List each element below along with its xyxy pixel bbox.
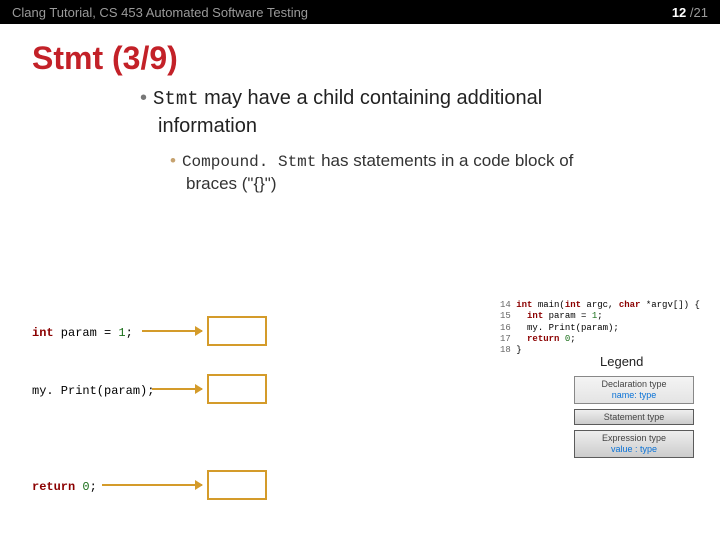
legend-line2: value : type xyxy=(578,444,690,455)
code-snippet-3: return 0; xyxy=(32,480,97,494)
legend-line2: name: type xyxy=(578,390,690,401)
header-course: Clang Tutorial, CS 453 Automated Softwar… xyxy=(12,5,308,20)
bullet-dot-icon: • xyxy=(170,151,176,170)
legend-title: Legend xyxy=(600,354,643,369)
arrow-icon xyxy=(152,388,202,390)
diagram-box-1 xyxy=(207,316,267,346)
legend-statement: Statement type xyxy=(574,409,694,426)
t: ; xyxy=(570,334,575,344)
legend-line1: Declaration type xyxy=(578,379,690,390)
t: main( xyxy=(532,300,564,310)
t: argc, xyxy=(581,300,619,310)
legend-line1: Statement type xyxy=(578,412,690,423)
ln: 16 xyxy=(500,323,511,333)
kw: return xyxy=(32,480,75,494)
arrow-icon xyxy=(102,484,202,486)
bullet1-text: may have a child containing additional xyxy=(199,87,543,109)
bullet-level-1: • Stmt may have a child containing additi… xyxy=(140,85,720,140)
slide-title: Stmt (3/9) xyxy=(32,40,720,77)
source-code-block: 14 int main(int argc, char *argv[]) { 15… xyxy=(500,300,700,356)
t: ; xyxy=(597,311,602,321)
kw: return xyxy=(511,334,560,344)
num: 0 xyxy=(82,480,89,494)
kw: int xyxy=(511,300,533,310)
t: *argv[]) { xyxy=(640,300,699,310)
kw: int xyxy=(565,300,581,310)
page-total: 21 xyxy=(694,5,708,20)
t: my. Print(param); xyxy=(511,323,619,333)
diagram-box-3 xyxy=(207,470,267,500)
kw: int xyxy=(511,311,543,321)
page-sep: / xyxy=(686,5,693,20)
code-snippet-1: int param = 1; xyxy=(32,326,133,340)
txt: ; xyxy=(90,480,97,494)
bullet1-cont: information xyxy=(158,113,720,140)
legend-declaration: Declaration type name: type xyxy=(574,376,694,404)
bullet-level-2: • Compound. Stmt has statements in a code… xyxy=(170,150,720,197)
ln: 14 xyxy=(500,300,511,310)
bullet1-mono: Stmt xyxy=(153,88,199,110)
t: } xyxy=(511,345,522,355)
txt: param = xyxy=(54,326,119,340)
t: param = xyxy=(543,311,592,321)
legend-line1: Expression type xyxy=(578,433,690,444)
legend-expression: Expression type value : type xyxy=(574,430,694,458)
header-page: 12 /21 xyxy=(672,5,708,20)
page-current: 12 xyxy=(672,5,686,20)
txt: ; xyxy=(126,326,133,340)
slide-header: Clang Tutorial, CS 453 Automated Softwar… xyxy=(0,0,720,24)
bullet2-text: has statements in a code block of xyxy=(316,151,573,170)
bullet-dot-icon: • xyxy=(140,87,147,109)
bullet2-cont: braces ("{}") xyxy=(186,173,720,196)
legend: Declaration type name: type Statement ty… xyxy=(574,376,704,463)
arrow-icon xyxy=(142,330,202,332)
diagram-box-2 xyxy=(207,374,267,404)
ln: 15 xyxy=(500,311,511,321)
bullet2-mono: Compound. Stmt xyxy=(182,153,316,171)
code-snippet-2: my. Print(param); xyxy=(32,384,154,398)
ln: 18 xyxy=(500,345,511,355)
ln: 17 xyxy=(500,334,511,344)
num: 1 xyxy=(118,326,125,340)
kw: int xyxy=(32,326,54,340)
kw: char xyxy=(619,300,641,310)
